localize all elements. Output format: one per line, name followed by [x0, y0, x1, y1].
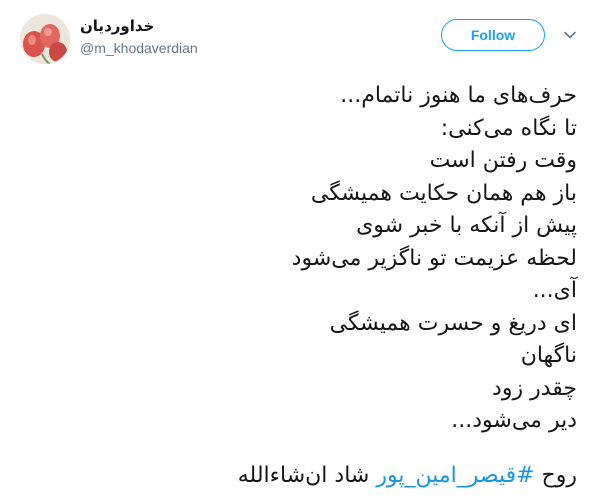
tweet-line: تا نگاه می‌کنی:	[440, 115, 577, 141]
avatar-icon	[20, 14, 70, 64]
tweet-line: باز هم همان حکایت همیشگی	[310, 180, 577, 206]
follow-button[interactable]: Follow	[441, 19, 545, 51]
tweet-line: ناگهان	[520, 343, 577, 368]
tweet-line: ای دریغ و حسرت همیشگی	[329, 310, 577, 336]
author-handle[interactable]: @m_khodaverdian	[80, 40, 198, 56]
tweet-line: حرف‌های ما هنوز ناتمام...	[340, 83, 577, 108]
chevron-down-icon[interactable]	[563, 28, 577, 42]
final-suffix: شاد ان‌شاءالله	[237, 463, 377, 488]
tweet-line: چقدر زود	[492, 375, 577, 401]
tweet-line: وقت رفتن است	[429, 148, 577, 173]
tweet-final-line: روح #قیصر_امین_پور شاد ان‌شاءالله	[238, 460, 577, 492]
tweet-card: خداوردیان @m_khodaverdian Follow حرف‌های…	[0, 0, 604, 499]
tweet-line: آی...	[532, 278, 577, 303]
tweet-line: دیر می‌شود...	[451, 408, 577, 433]
tweet-line: پیش از آنکه با خبر شوی	[356, 213, 577, 238]
tweet-text: حرف‌های ما هنوز ناتمام... تا نگاه می‌کنی…	[17, 80, 577, 488]
tweet-line: لحظه عزیمت تو ناگزیر می‌شود	[291, 245, 577, 271]
hashtag-link[interactable]: #قیصر_امین_پور	[376, 463, 534, 488]
avatar[interactable]	[20, 14, 70, 64]
author-display-name[interactable]: خداوردیان	[80, 17, 154, 35]
final-prefix: روح	[534, 463, 577, 488]
